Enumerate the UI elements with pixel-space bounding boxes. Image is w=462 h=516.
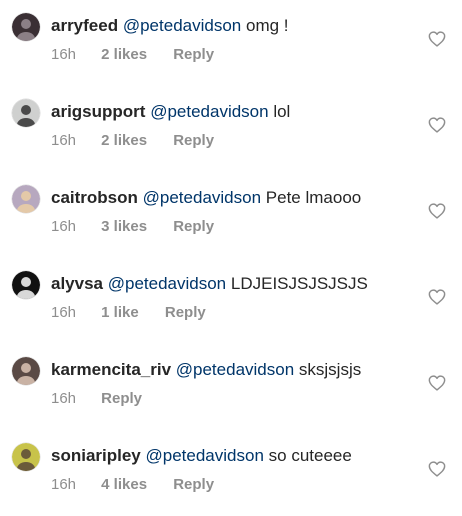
comment-mention[interactable]: @petedavidson	[123, 16, 241, 35]
comment-item: arigsupport @petedavidson lol 16h 2 like…	[0, 86, 462, 172]
comment-username[interactable]: alyvsa	[51, 274, 103, 293]
comment-body: so cuteeee	[268, 446, 352, 465]
comment-meta: 16h 3 likes Reply	[51, 217, 214, 237]
heart-icon[interactable]	[428, 461, 446, 477]
comment-text: soniaripley @petedavidson so cuteeee	[51, 445, 422, 467]
comment-username[interactable]: soniaripley	[51, 446, 141, 465]
comment-time: 16h	[51, 390, 77, 407]
comment-item: alyvsa @petedavidson LDJEISJSJSJSJS 16h …	[0, 258, 462, 344]
comment-text: karmencita_riv @petedavidson sksjsjsjs	[51, 359, 422, 381]
comment-body: Pete lmaooo	[265, 188, 362, 207]
comments-list: arryfeed @petedavidson omg ! 16h 2 likes…	[0, 0, 462, 503]
comment-mention[interactable]: @petedavidson	[143, 188, 261, 207]
comment-username[interactable]: karmencita_riv	[51, 360, 171, 379]
comment-body: LDJEISJSJSJSJS	[230, 274, 368, 293]
comment-likes[interactable]: 2 likes	[101, 132, 147, 149]
comment-likes[interactable]: 4 likes	[101, 476, 147, 493]
comment-likes[interactable]: 3 likes	[101, 218, 147, 235]
comment-mention[interactable]: @petedavidson	[108, 274, 226, 293]
comment-time: 16h	[51, 218, 77, 235]
comment-meta: 16h 2 likes Reply	[51, 131, 214, 151]
avatar-image	[12, 99, 40, 127]
heart-icon[interactable]	[428, 289, 446, 305]
heart-icon[interactable]	[428, 375, 446, 391]
avatar-image	[12, 185, 40, 213]
heart-icon[interactable]	[428, 31, 446, 47]
reply-button[interactable]: Reply	[173, 132, 214, 149]
comment-meta: 16h 1 like Reply	[51, 303, 206, 323]
avatar-image	[12, 13, 40, 41]
comment-item: soniaripley @petedavidson so cuteeee 16h…	[0, 430, 462, 516]
heart-icon[interactable]	[428, 203, 446, 219]
reply-button[interactable]: Reply	[173, 476, 214, 493]
comment-time: 16h	[51, 132, 77, 149]
comment-likes[interactable]: 1 like	[101, 304, 139, 321]
avatar[interactable]	[12, 271, 40, 299]
comment-text: arryfeed @petedavidson omg !	[51, 15, 422, 37]
reply-button[interactable]: Reply	[101, 390, 142, 407]
comment-text: caitrobson @petedavidson Pete lmaooo	[51, 187, 422, 209]
avatar-image	[12, 443, 40, 471]
comment-mention[interactable]: @petedavidson	[176, 360, 294, 379]
comment-mention[interactable]: @petedavidson	[150, 102, 268, 121]
avatar[interactable]	[12, 99, 40, 127]
comment-likes[interactable]: 2 likes	[101, 46, 147, 63]
comment-item: caitrobson @petedavidson Pete lmaooo 16h…	[0, 172, 462, 258]
avatar[interactable]	[12, 13, 40, 41]
comment-username[interactable]: arryfeed	[51, 16, 118, 35]
comment-meta: 16h 2 likes Reply	[51, 45, 214, 65]
avatar-image	[12, 357, 40, 385]
comment-username[interactable]: arigsupport	[51, 102, 145, 121]
comment-username[interactable]: caitrobson	[51, 188, 138, 207]
reply-button[interactable]: Reply	[165, 304, 206, 321]
comment-meta: 16h 4 likes Reply	[51, 475, 214, 495]
comment-body: omg !	[245, 16, 289, 35]
heart-icon[interactable]	[428, 117, 446, 133]
avatar-image	[12, 271, 40, 299]
reply-button[interactable]: Reply	[173, 218, 214, 235]
avatar[interactable]	[12, 357, 40, 385]
comment-text: alyvsa @petedavidson LDJEISJSJSJSJS	[51, 273, 422, 295]
comment-time: 16h	[51, 304, 77, 321]
comment-body: sksjsjsjs	[298, 360, 362, 379]
comment-body: lol	[273, 102, 291, 121]
comment-time: 16h	[51, 46, 77, 63]
comment-item: karmencita_riv @petedavidson sksjsjsjs 1…	[0, 344, 462, 430]
comment-text: arigsupport @petedavidson lol	[51, 101, 422, 123]
avatar[interactable]	[12, 443, 40, 471]
comment-item: arryfeed @petedavidson omg ! 16h 2 likes…	[0, 0, 462, 86]
comment-mention[interactable]: @petedavidson	[146, 446, 264, 465]
reply-button[interactable]: Reply	[173, 46, 214, 63]
avatar[interactable]	[12, 185, 40, 213]
comment-meta: 16h Reply	[51, 389, 142, 409]
comment-time: 16h	[51, 476, 77, 493]
